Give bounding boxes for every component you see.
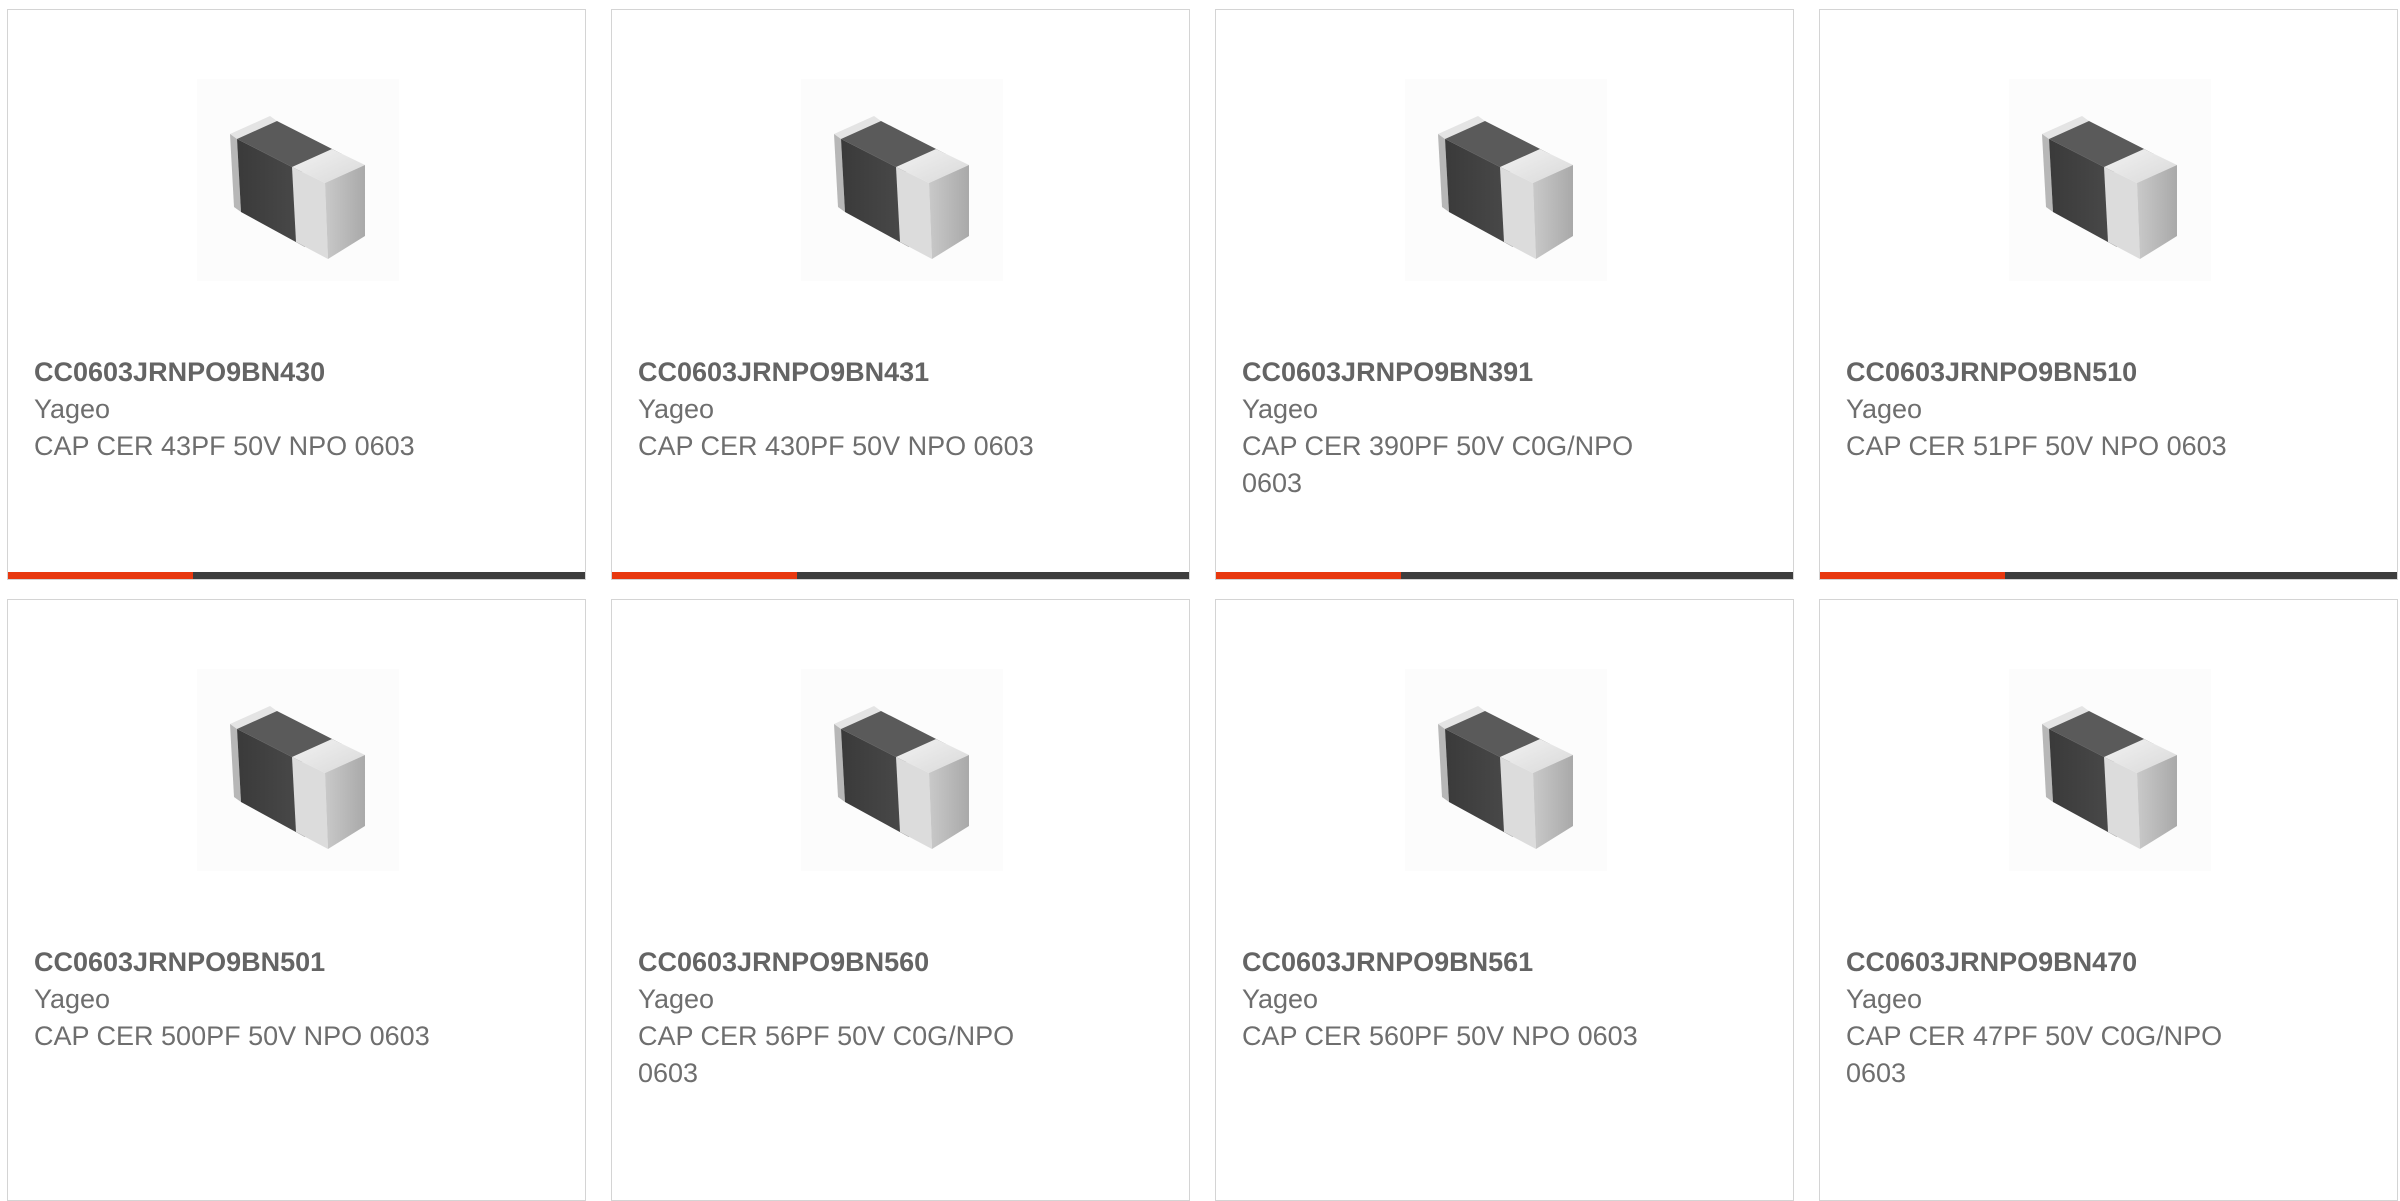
capacitor-chip-icon [801, 669, 1003, 871]
part-number[interactable]: CC0603JRNPO9BN431 [638, 354, 1058, 391]
product-info: CC0603JRNPO9BN431 Yageo CAP CER 430PF 50… [638, 354, 1058, 465]
progress-fill [1216, 572, 1401, 579]
part-number[interactable]: CC0603JRNPO9BN391 [1242, 354, 1662, 391]
product-description: CAP CER 430PF 50V NPO 0603 [638, 431, 1034, 461]
part-number[interactable]: CC0603JRNPO9BN561 [1242, 944, 1662, 981]
capacitor-chip-icon [2009, 669, 2211, 871]
product-card[interactable]: CC0603JRNPO9BN391 Yageo CAP CER 390PF 50… [1215, 9, 1794, 580]
capacitor-chip-icon [2009, 79, 2211, 281]
product-card[interactable]: CC0603JRNPO9BN470 Yageo CAP CER 47PF 50V… [1819, 599, 2398, 1201]
product-description: CAP CER 390PF 50V C0G/NPO 0603 [1242, 431, 1634, 498]
capacitor-chip-icon [1405, 669, 1607, 871]
manufacturer: Yageo [1242, 394, 1319, 424]
capacitor-chip-icon [801, 79, 1003, 281]
product-info: CC0603JRNPO9BN470 Yageo CAP CER 47PF 50V… [1846, 944, 2266, 1092]
product-card[interactable]: CC0603JRNPO9BN560 Yageo CAP CER 56PF 50V… [611, 599, 1190, 1201]
product-description: CAP CER 43PF 50V NPO 0603 [34, 431, 415, 461]
manufacturer: Yageo [1242, 984, 1319, 1014]
product-info: CC0603JRNPO9BN430 Yageo CAP CER 43PF 50V… [34, 354, 454, 465]
product-info: CC0603JRNPO9BN510 Yageo CAP CER 51PF 50V… [1846, 354, 2266, 465]
product-info: CC0603JRNPO9BN501 Yageo CAP CER 500PF 50… [34, 944, 454, 1055]
product-card[interactable]: CC0603JRNPO9BN501 Yageo CAP CER 500PF 50… [7, 599, 586, 1201]
product-description: CAP CER 47PF 50V C0G/NPO 0603 [1846, 1021, 2223, 1088]
part-number[interactable]: CC0603JRNPO9BN560 [638, 944, 1058, 981]
part-number[interactable]: CC0603JRNPO9BN430 [34, 354, 454, 391]
manufacturer: Yageo [638, 984, 715, 1014]
manufacturer: Yageo [1846, 984, 1923, 1014]
product-description: CAP CER 51PF 50V NPO 0603 [1846, 431, 2227, 461]
manufacturer: Yageo [1846, 394, 1923, 424]
part-number[interactable]: CC0603JRNPO9BN470 [1846, 944, 2266, 981]
capacitor-chip-icon [197, 79, 399, 281]
progress-bar [8, 572, 585, 579]
part-number[interactable]: CC0603JRNPO9BN501 [34, 944, 454, 981]
product-info: CC0603JRNPO9BN391 Yageo CAP CER 390PF 50… [1242, 354, 1662, 502]
manufacturer: Yageo [638, 394, 715, 424]
product-description: CAP CER 560PF 50V NPO 0603 [1242, 1021, 1638, 1051]
progress-bar [1820, 572, 2397, 579]
product-info: CC0603JRNPO9BN561 Yageo CAP CER 560PF 50… [1242, 944, 1662, 1055]
capacitor-chip-icon [1405, 79, 1607, 281]
product-grid: CC0603JRNPO9BN430 Yageo CAP CER 43PF 50V… [7, 9, 2398, 1201]
manufacturer: Yageo [34, 984, 111, 1014]
capacitor-chip-icon [197, 669, 399, 871]
product-description: CAP CER 56PF 50V C0G/NPO 0603 [638, 1021, 1015, 1088]
product-info: CC0603JRNPO9BN560 Yageo CAP CER 56PF 50V… [638, 944, 1058, 1092]
progress-fill [612, 572, 797, 579]
product-description: CAP CER 500PF 50V NPO 0603 [34, 1021, 430, 1051]
product-card[interactable]: CC0603JRNPO9BN561 Yageo CAP CER 560PF 50… [1215, 599, 1794, 1201]
product-card[interactable]: CC0603JRNPO9BN430 Yageo CAP CER 43PF 50V… [7, 9, 586, 580]
progress-bar [1216, 572, 1793, 579]
progress-bar [612, 572, 1189, 579]
product-card[interactable]: CC0603JRNPO9BN431 Yageo CAP CER 430PF 50… [611, 9, 1190, 580]
progress-fill [1820, 572, 2005, 579]
manufacturer: Yageo [34, 394, 111, 424]
progress-fill [8, 572, 193, 579]
part-number[interactable]: CC0603JRNPO9BN510 [1846, 354, 2266, 391]
product-card[interactable]: CC0603JRNPO9BN510 Yageo CAP CER 51PF 50V… [1819, 9, 2398, 580]
